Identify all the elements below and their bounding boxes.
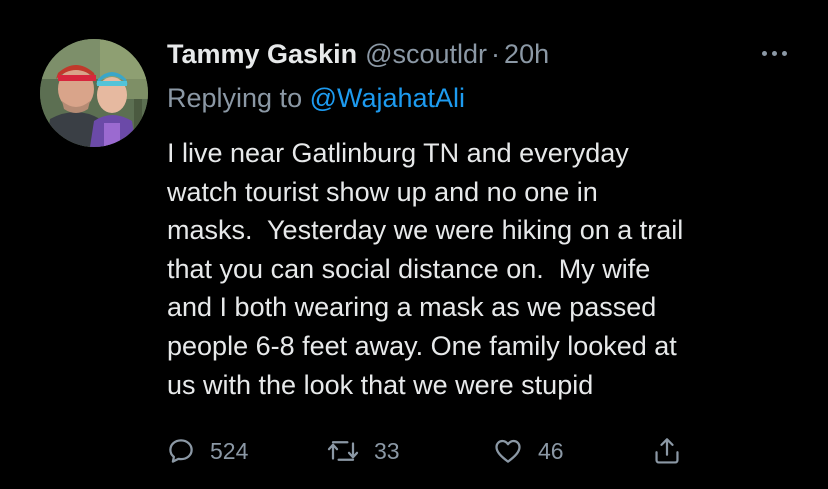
reply-count: 524 [210,437,249,464]
more-dots-icon [771,50,777,56]
heart-icon [495,439,521,463]
profile-photo [40,39,148,147]
author-display-name[interactable]: Tammy Gaskin [167,36,357,72]
more-dots-icon [761,50,767,56]
tweet[interactable]: Tammy Gaskin @scoutldr · 20h Replying to… [0,0,828,489]
replying-to-label: Replying to [167,83,310,113]
reply-button[interactable]: 524 [166,433,248,469]
reply-mention-link[interactable]: @WajahatAli [310,83,465,113]
retweet-icon [327,441,359,461]
like-button[interactable]: 46 [492,433,564,469]
retweet-button[interactable]: 33 [326,433,400,469]
tweet-header: Tammy Gaskin @scoutldr · 20h [167,36,549,72]
replying-to-line: Replying to @WajahatAli [167,80,465,116]
retweet-count: 33 [374,437,400,464]
tweet-text: I live near Gatlinburg TN and everyday w… [167,138,684,400]
speech-bubble-icon [169,439,193,463]
avatar[interactable] [40,39,148,147]
author-handle[interactable]: @scoutldr [365,36,487,72]
tweet-timestamp[interactable]: 20h [504,36,549,72]
more-dots-icon [781,50,787,56]
share-icon [655,438,679,464]
like-count: 46 [538,437,564,464]
tweet-actions: 524 33 46 [166,433,726,469]
more-options-button[interactable] [754,38,794,68]
separator-dot: · [491,39,501,69]
share-button[interactable] [652,433,682,469]
